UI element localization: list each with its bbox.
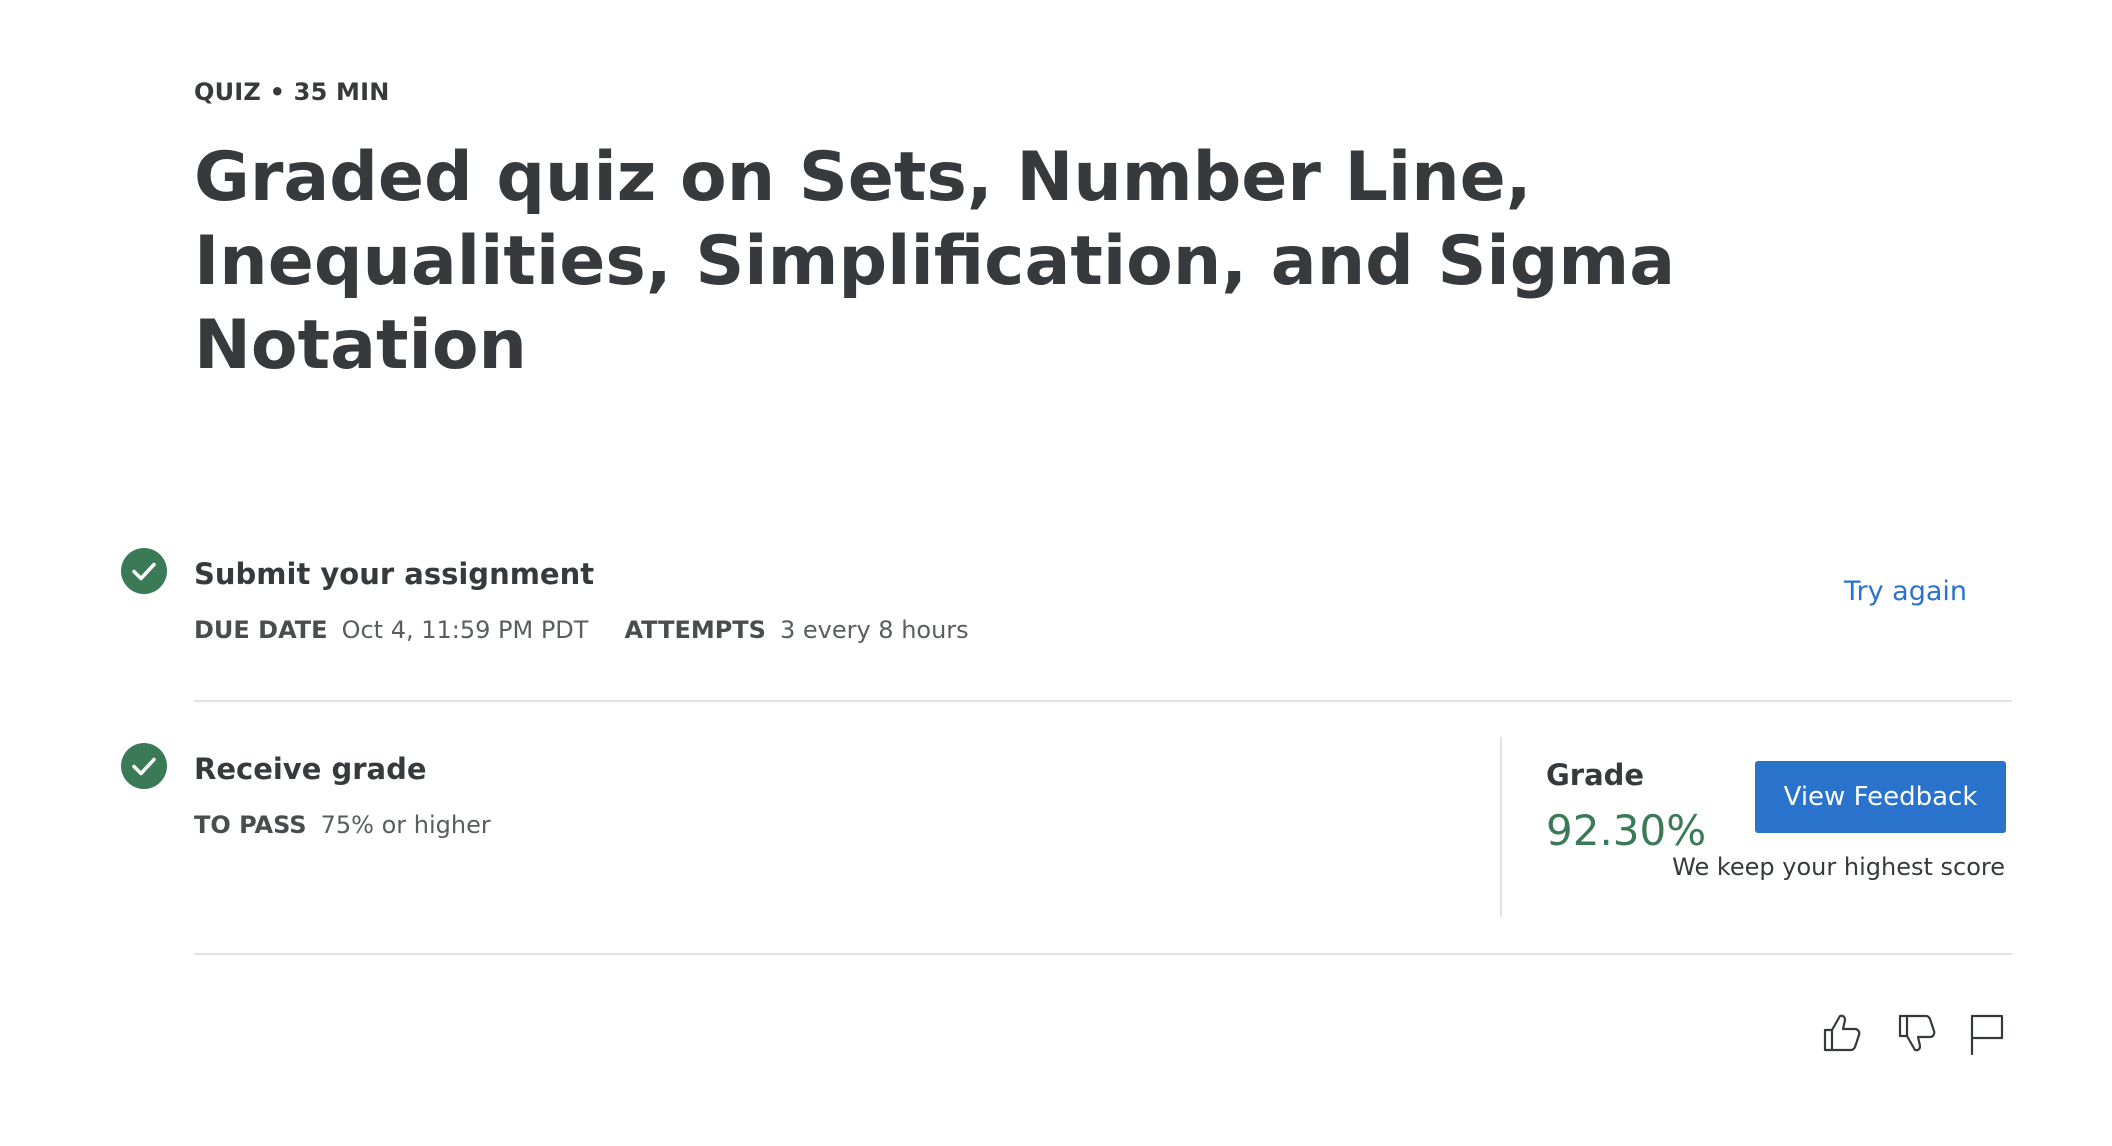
highest-score-note: We keep your highest score	[1672, 853, 2005, 881]
attempts-value: 3 every 8 hours	[779, 616, 969, 644]
receive-grade-heading: Receive grade	[194, 752, 427, 786]
divider	[194, 953, 2012, 955]
attempts-label: ATTEMPTS	[624, 616, 766, 644]
to-pass-label: TO PASS	[194, 811, 307, 839]
due-date-value: Oct 4, 11:59 PM PDT	[341, 616, 589, 644]
quiz-page: QUIZ • 35 MIN Graded quiz on Sets, Numbe…	[0, 0, 2112, 1146]
to-pass-value: 75% or higher	[320, 811, 491, 839]
submit-assignment-meta: DUE DATE Oct 4, 11:59 PM PDT ATTEMPTS 3 eve…	[194, 616, 969, 644]
grade-label: Grade	[1546, 758, 1645, 792]
thumbs-up-icon[interactable]	[1817, 1008, 1867, 1058]
grade-value: 92.30%	[1546, 806, 1707, 855]
view-feedback-button[interactable]: View Feedback	[1755, 761, 2006, 833]
divider	[194, 700, 2012, 702]
item-type-duration: QUIZ • 35 MIN	[194, 78, 390, 106]
page-title: Graded quiz on Sets, Number Line, Inequa…	[194, 138, 1676, 385]
receive-grade-meta: TO PASS 75% or higher	[194, 811, 491, 839]
check-circle-icon	[121, 743, 167, 789]
vertical-divider	[1500, 737, 1502, 917]
check-circle-icon	[121, 548, 167, 594]
due-date-label: DUE DATE	[194, 616, 328, 644]
submit-assignment-heading: Submit your assignment	[194, 557, 595, 591]
thumbs-down-icon[interactable]	[1892, 1008, 1942, 1058]
try-again-link[interactable]: Try again	[1844, 576, 1967, 607]
flag-icon[interactable]	[1962, 1008, 2012, 1058]
